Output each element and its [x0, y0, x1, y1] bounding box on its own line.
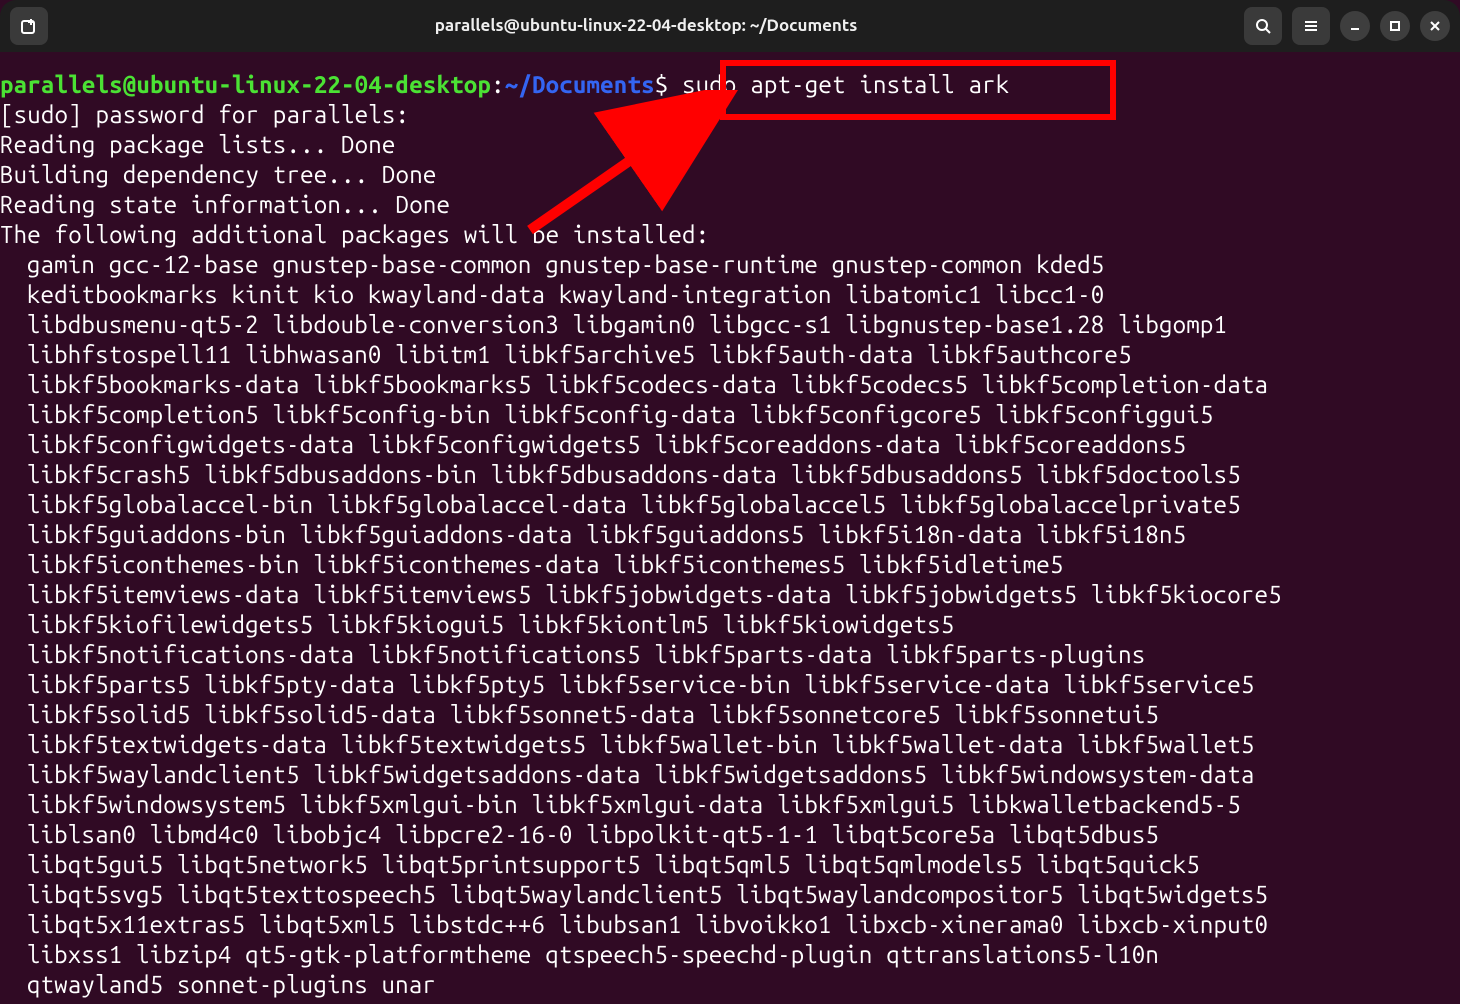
package-line: libkf5globalaccel-bin libkf5globalaccel-… — [0, 490, 1460, 520]
output-line: Reading state information... Done — [0, 191, 450, 218]
maximize-button[interactable] — [1380, 11, 1410, 41]
package-line: libkf5iconthemes-bin libkf5iconthemes-da… — [0, 550, 1460, 580]
package-line: liblsan0 libmd4c0 libobjc4 libpcre2-16-0… — [0, 820, 1460, 850]
package-line: libqt5svg5 libqt5texttospeech5 libqt5way… — [0, 880, 1460, 910]
new-tab-button[interactable] — [10, 7, 48, 45]
package-line: libdbusmenu-qt5-2 libdouble-conversion3 … — [0, 310, 1460, 340]
search-button[interactable] — [1244, 7, 1282, 45]
package-line: libkf5notifications-data libkf5notificat… — [0, 640, 1460, 670]
package-line: libkf5crash5 libkf5dbusaddons-bin libkf5… — [0, 460, 1460, 490]
prompt-path: ~/Documents — [505, 71, 655, 98]
package-line: libqt5x11extras5 libqt5xml5 libstdc++6 l… — [0, 910, 1460, 940]
package-line: libkf5itemviews-data libkf5itemviews5 li… — [0, 580, 1460, 610]
package-line: libkf5windowsystem5 libkf5xmlgui-bin lib… — [0, 790, 1460, 820]
titlebar: parallels@ubuntu-linux-22-04-desktop: ~/… — [0, 0, 1460, 52]
package-line: libkf5completion5 libkf5config-bin libkf… — [0, 400, 1460, 430]
package-line: libkf5configwidgets-data libkf5configwid… — [0, 430, 1460, 460]
prompt-sep2: $ — [655, 71, 669, 98]
package-line: libkf5guiaddons-bin libkf5guiaddons-data… — [0, 520, 1460, 550]
package-line: libkf5kiofilewidgets5 libkf5kiogui5 libk… — [0, 610, 1460, 640]
package-line: gamin gcc-12-base gnustep-base-common gn… — [0, 250, 1460, 280]
terminal[interactable]: parallels@ubuntu-linux-22-04-desktop:~/D… — [0, 52, 1460, 1000]
window-title: parallels@ubuntu-linux-22-04-desktop: ~/… — [48, 11, 1244, 41]
output-line: Reading package lists... Done — [0, 131, 396, 158]
package-line: libkf5parts5 libkf5pty-data libkf5pty5 l… — [0, 670, 1460, 700]
package-line: libxss1 libzip4 qt5-gtk-platformtheme qt… — [0, 940, 1460, 970]
package-line: libkf5textwidgets-data libkf5textwidgets… — [0, 730, 1460, 760]
package-line: keditbookmarks kinit kio kwayland-data k… — [0, 280, 1460, 310]
package-line: libhfstospell11 libhwasan0 libitm1 libkf… — [0, 340, 1460, 370]
package-line: libqt5gui5 libqt5network5 libqt5printsup… — [0, 850, 1460, 880]
prompt-sep1: : — [491, 71, 505, 98]
close-button[interactable] — [1420, 11, 1450, 41]
package-line: libkf5waylandclient5 libkf5widgetsaddons… — [0, 760, 1460, 790]
output-line: [sudo] password for parallels: — [0, 101, 423, 128]
annotation-highlight-box — [720, 60, 1116, 120]
output-line: Building dependency tree... Done — [0, 161, 436, 188]
package-line: qtwayland5 sonnet-plugins unar — [0, 970, 1460, 1000]
output-line: The following additional packages will b… — [0, 221, 709, 248]
package-line: libkf5solid5 libkf5solid5-data libkf5son… — [0, 700, 1460, 730]
package-line: libkf5bookmarks-data libkf5bookmarks5 li… — [0, 370, 1460, 400]
minimize-button[interactable] — [1340, 11, 1370, 41]
menu-button[interactable] — [1292, 7, 1330, 45]
prompt-user: parallels@ubuntu-linux-22-04-desktop — [0, 71, 491, 98]
